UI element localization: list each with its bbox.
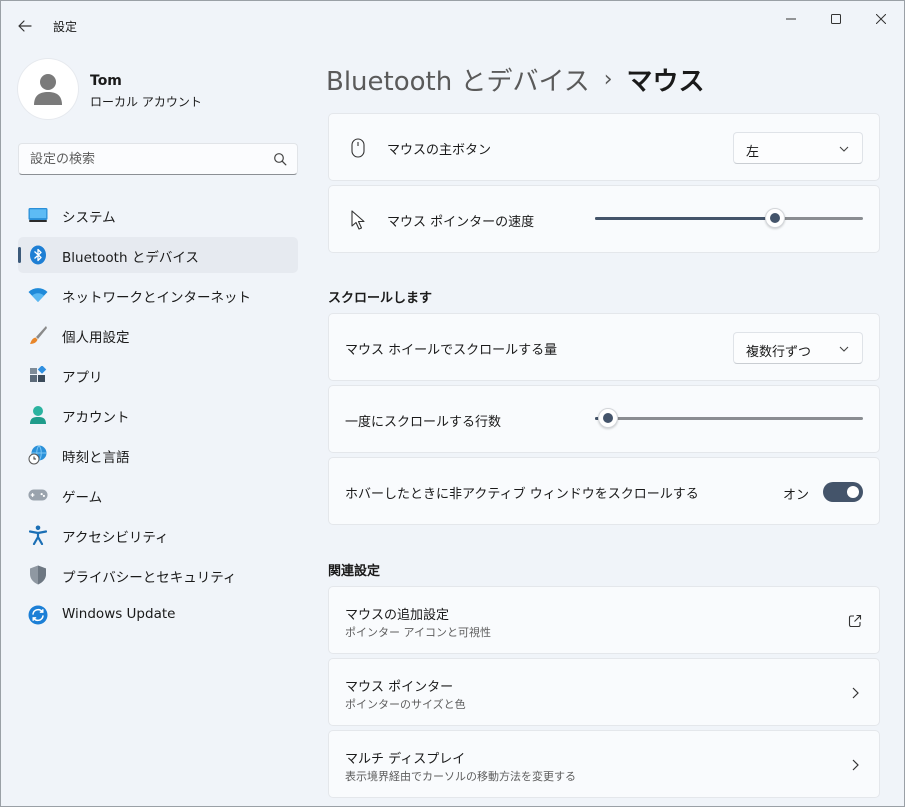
external-link-icon — [847, 613, 863, 629]
setting-lines-per-scroll: 一度にスクロールする行数 — [328, 385, 880, 453]
breadcrumb-parent-link[interactable]: Bluetooth とデバイス — [326, 61, 590, 98]
slider-track — [595, 417, 863, 420]
shield-icon — [28, 565, 48, 585]
account-icon — [28, 405, 48, 425]
related-item-mouse-pointer[interactable]: マウス ポインター ポインターのサイズと色 — [328, 658, 880, 726]
sidebar-item-system[interactable]: システム — [18, 197, 298, 233]
related-item-additional-mouse-settings[interactable]: マウスの追加設定 ポインター アイコンと可視性 — [328, 586, 880, 654]
sidebar-item-apps[interactable]: アプリ — [18, 357, 298, 393]
related-item-title: マルチ ディスプレイ — [345, 752, 466, 767]
sidebar-item-label: ネットワークとインターネット — [62, 290, 251, 306]
inactive-scroll-toggle[interactable] — [823, 482, 863, 502]
chevron-right-icon — [847, 685, 863, 701]
maximize-button[interactable] — [813, 5, 859, 33]
toggle-state-label: オン — [782, 488, 809, 503]
search-icon[interactable] — [273, 152, 287, 166]
breadcrumb: Bluetooth とデバイス › マウス — [326, 59, 705, 99]
minimize-icon — [786, 18, 796, 20]
search-box — [18, 143, 298, 175]
setting-label: マウス ポインターの速度 — [387, 215, 535, 230]
sidebar-item-network[interactable]: ネットワークとインターネット — [18, 277, 298, 313]
app-title: 設定 — [53, 20, 78, 34]
title-bar: 設定 — [1, 1, 904, 49]
wifi-icon — [28, 285, 48, 305]
sidebar-item-label: アプリ — [62, 370, 103, 386]
settings-window: 設定 Tom ローカル アカウント システム — [0, 0, 905, 807]
lines-per-scroll-slider[interactable] — [595, 408, 863, 428]
sidebar-item-label: 時刻と言語 — [62, 450, 130, 466]
related-item-multi-display[interactable]: マルチ ディスプレイ 表示境界経由でカーソルの移動方法を変更する — [328, 730, 880, 798]
sidebar-nav: システム Bluetooth とデバイス ネットワークとインターネット 個人用設… — [18, 197, 298, 637]
related-item-title: マウス ポインター — [345, 680, 454, 695]
search-input[interactable] — [19, 144, 269, 174]
setting-inactive-scroll: ホバーしたときに非アクティブ ウィンドウをスクロールする オン — [328, 457, 880, 525]
sidebar-item-label: Windows Update — [62, 606, 176, 622]
slider-thumb[interactable] — [764, 208, 785, 228]
sidebar-item-label: 個人用設定 — [62, 330, 130, 346]
sidebar-item-label: システム — [62, 210, 116, 226]
sidebar-item-accounts[interactable]: アカウント — [18, 397, 298, 433]
setting-label: ホバーしたときに非アクティブ ウィンドウをスクロールする — [345, 487, 699, 502]
primary-button-dropdown[interactable]: 左 — [733, 132, 863, 164]
toggle-knob — [847, 486, 859, 498]
section-title-related: 関連設定 — [328, 564, 381, 579]
globe-clock-icon — [28, 445, 48, 465]
slider-fill — [595, 217, 775, 220]
sidebar-item-label: Bluetooth とデバイス — [62, 250, 199, 266]
back-button[interactable] — [11, 13, 39, 39]
sidebar-item-privacy[interactable]: プライバシーとセキュリティ — [18, 557, 298, 593]
setting-label: マウスの主ボタン — [387, 143, 492, 158]
related-item-subtitle: ポインター アイコンと可視性 — [345, 626, 491, 639]
related-item-subtitle: 表示境界経由でカーソルの移動方法を変更する — [345, 770, 576, 783]
setting-pointer-speed: マウス ポインターの速度 — [328, 185, 880, 253]
apps-icon — [28, 365, 48, 385]
setting-label: マウス ホイールでスクロールする量 — [345, 343, 558, 358]
sidebar-item-personalization[interactable]: 個人用設定 — [18, 317, 298, 353]
avatar — [18, 59, 78, 119]
sidebar-item-gaming[interactable]: ゲーム — [18, 477, 298, 513]
minimize-button[interactable] — [768, 5, 814, 33]
close-icon — [876, 14, 886, 24]
user-profile[interactable]: Tom ローカル アカウント — [18, 59, 298, 119]
close-button[interactable] — [858, 5, 904, 33]
profile-account-type: ローカル アカウント — [90, 95, 202, 109]
accessibility-icon — [28, 525, 48, 545]
setting-label: 一度にスクロールする行数 — [345, 415, 502, 430]
gamepad-icon — [28, 485, 48, 505]
back-arrow-icon — [18, 20, 32, 32]
pointer-speed-slider[interactable] — [595, 208, 863, 228]
breadcrumb-separator: › — [603, 66, 613, 92]
chevron-right-icon — [847, 757, 863, 773]
sidebar-item-windows-update[interactable]: Windows Update — [18, 597, 298, 633]
bluetooth-icon — [28, 245, 48, 265]
sidebar-item-label: ゲーム — [62, 490, 103, 506]
page-title: マウス — [626, 66, 705, 97]
mouse-icon — [347, 137, 369, 159]
slider-thumb[interactable] — [598, 408, 619, 428]
setting-wheel-amount: マウス ホイールでスクロールする量 複数行ずつ — [328, 313, 880, 381]
user-avatar-icon — [34, 74, 62, 105]
sidebar-item-bluetooth[interactable]: Bluetooth とデバイス — [18, 237, 298, 273]
sidebar-item-time-language[interactable]: 時刻と言語 — [18, 437, 298, 473]
windows-update-icon — [28, 605, 48, 625]
sidebar-item-label: プライバシーとセキュリティ — [62, 570, 237, 586]
sidebar-item-label: アカウント — [62, 410, 130, 426]
profile-name: Tom — [90, 73, 122, 89]
system-monitor-icon — [28, 205, 48, 225]
paintbrush-icon — [28, 325, 48, 345]
cursor-arrow-icon — [347, 209, 369, 231]
chevron-down-icon — [839, 346, 849, 352]
setting-primary-button: マウスの主ボタン 左 — [328, 113, 880, 181]
sidebar-item-label: アクセシビリティ — [62, 530, 169, 546]
sidebar-item-accessibility[interactable]: アクセシビリティ — [18, 517, 298, 553]
dropdown-value: 複数行ずつ — [746, 345, 812, 360]
dropdown-value: 左 — [746, 145, 760, 160]
related-item-title: マウスの追加設定 — [345, 608, 450, 623]
maximize-icon — [831, 14, 841, 24]
wheel-amount-dropdown[interactable]: 複数行ずつ — [733, 332, 863, 364]
chevron-down-icon — [839, 146, 849, 152]
related-item-subtitle: ポインターのサイズと色 — [345, 698, 466, 711]
section-title-scroll: スクロールします — [328, 291, 433, 306]
